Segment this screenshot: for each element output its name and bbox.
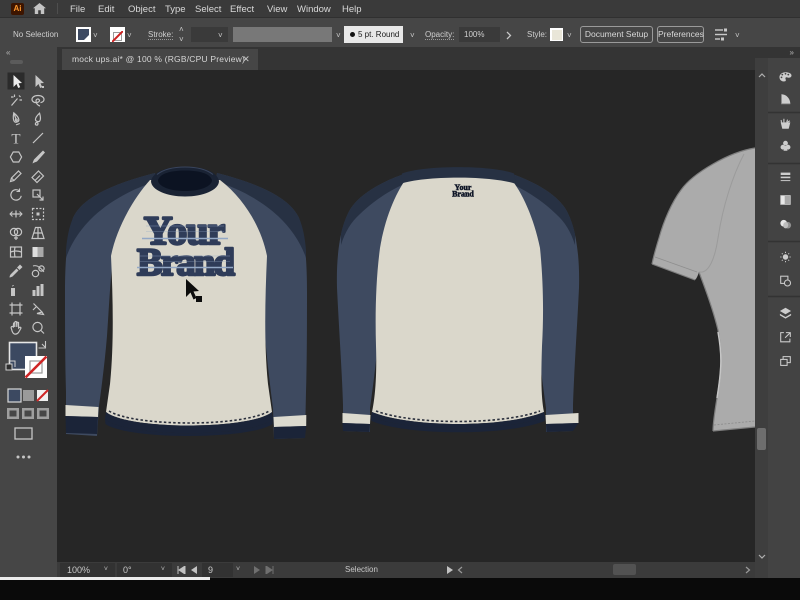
svg-text:Brand: Brand [137,241,236,284]
svg-text:Brand: Brand [452,190,474,199]
svg-text:T: T [11,132,20,148]
